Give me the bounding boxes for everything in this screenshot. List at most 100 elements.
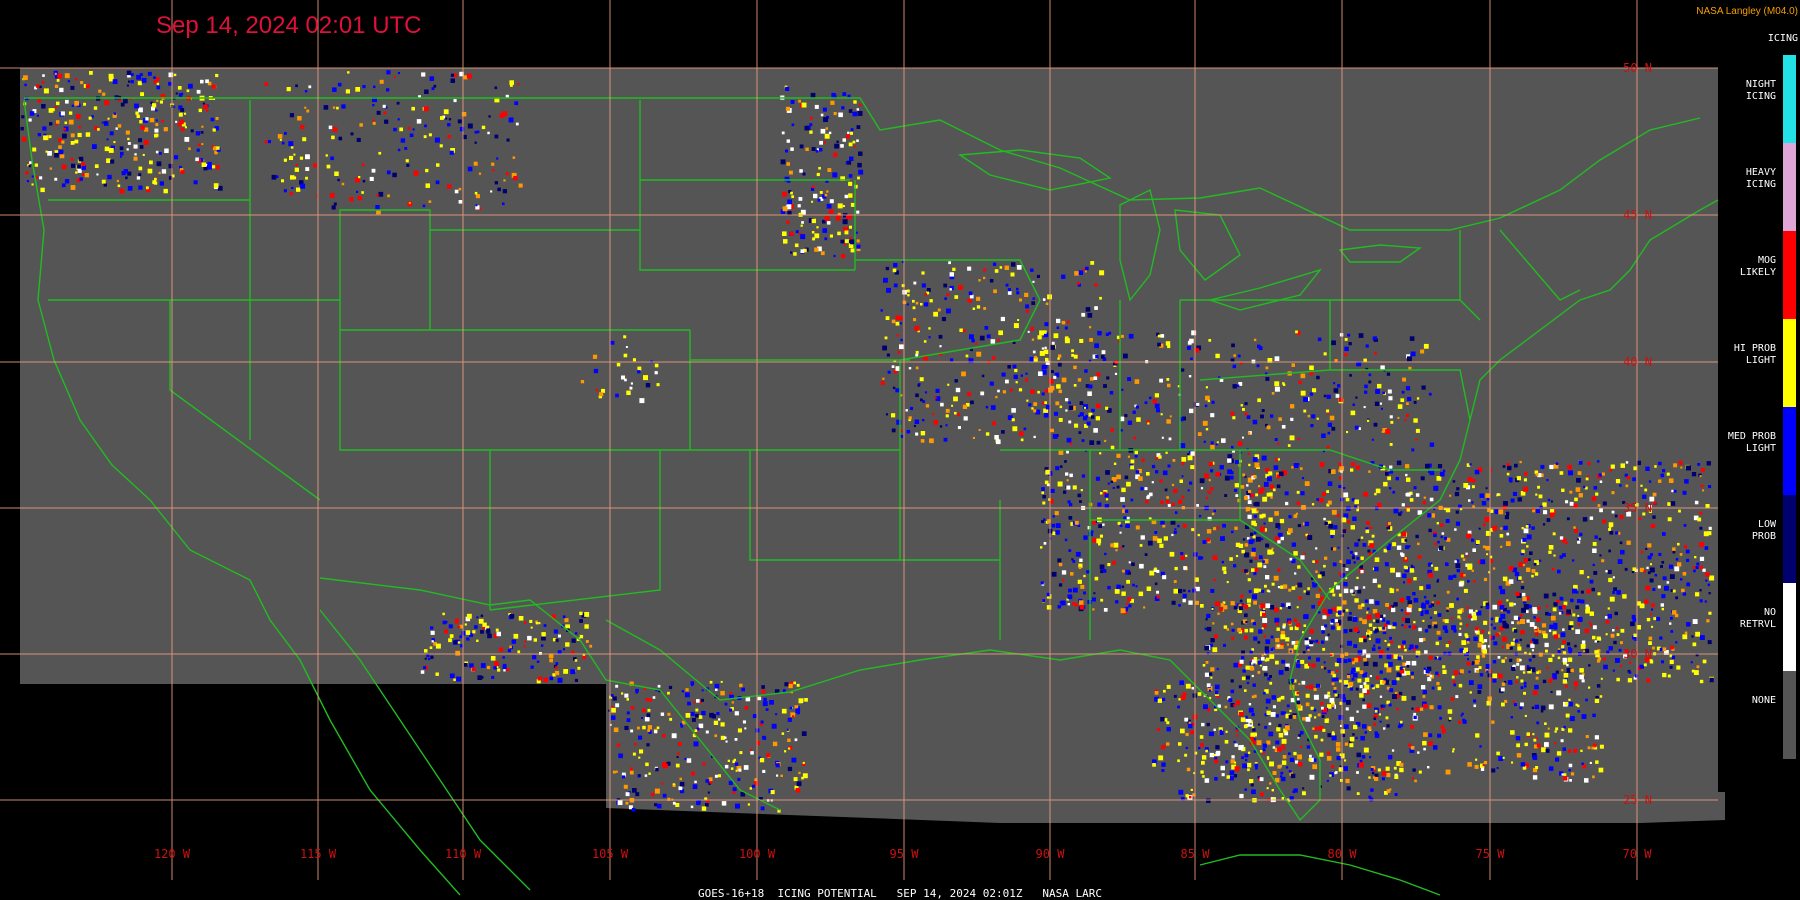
icing-speckle bbox=[1121, 487, 1126, 493]
icing-speckle bbox=[1334, 693, 1338, 697]
icing-speckle bbox=[1538, 494, 1543, 499]
icing-speckle bbox=[788, 683, 793, 689]
icing-speckle bbox=[1202, 540, 1207, 544]
icing-speckle bbox=[1683, 545, 1688, 549]
icing-speckle bbox=[850, 248, 855, 253]
icing-speckle bbox=[1645, 547, 1648, 550]
icing-speckle bbox=[1566, 642, 1571, 646]
icing-speckle bbox=[1185, 554, 1188, 557]
icing-speckle bbox=[1562, 679, 1568, 684]
icing-speckle bbox=[1385, 716, 1389, 720]
icing-speckle bbox=[1400, 609, 1404, 612]
icing-speckle bbox=[1252, 683, 1256, 687]
icing-speckle bbox=[1349, 550, 1353, 554]
icing-speckle bbox=[1577, 599, 1581, 603]
icing-speckle bbox=[393, 75, 396, 78]
icing-speckle bbox=[1379, 618, 1383, 621]
icing-speckle bbox=[1669, 659, 1674, 664]
icing-speckle bbox=[1512, 700, 1515, 703]
icing-speckle bbox=[1362, 543, 1367, 547]
icing-speckle bbox=[1699, 475, 1702, 478]
icing-speckle bbox=[54, 152, 59, 158]
icing-speckle bbox=[1557, 649, 1561, 653]
icing-speckle bbox=[1423, 732, 1428, 737]
icing-speckle bbox=[1349, 628, 1353, 633]
icing-speckle bbox=[972, 307, 976, 310]
icing-speckle bbox=[1074, 520, 1079, 525]
icing-speckle bbox=[1384, 562, 1389, 567]
icing-speckle bbox=[1680, 466, 1683, 469]
icing-speckle bbox=[842, 205, 845, 208]
icing-speckle bbox=[79, 177, 83, 181]
icing-speckle bbox=[1229, 776, 1234, 781]
icing-speckle bbox=[1283, 711, 1286, 714]
icing-speckle bbox=[163, 188, 168, 194]
icing-speckle bbox=[1541, 623, 1547, 628]
icing-speckle bbox=[1181, 475, 1184, 478]
icing-speckle bbox=[671, 733, 677, 739]
icing-speckle bbox=[1278, 733, 1284, 738]
icing-speckle bbox=[1365, 529, 1370, 534]
icing-speckle bbox=[915, 301, 919, 305]
icing-speckle bbox=[1406, 402, 1409, 405]
icing-speckle bbox=[1589, 579, 1594, 584]
icing-speckle bbox=[1166, 721, 1170, 725]
icing-speckle bbox=[1256, 740, 1262, 746]
icing-speckle bbox=[1562, 628, 1565, 631]
icing-speckle bbox=[743, 765, 749, 770]
icing-speckle bbox=[800, 249, 805, 253]
icing-speckle bbox=[1673, 489, 1677, 493]
icing-speckle bbox=[928, 327, 931, 330]
icing-speckle bbox=[1367, 726, 1372, 731]
icing-speckle bbox=[163, 127, 168, 132]
icing-speckle bbox=[978, 279, 981, 282]
icing-speckle bbox=[1577, 614, 1580, 617]
icing-speckle bbox=[744, 727, 747, 730]
icing-speckle bbox=[929, 438, 934, 444]
icing-speckle bbox=[1345, 707, 1349, 711]
icing-speckle bbox=[1389, 415, 1393, 419]
icing-speckle bbox=[1188, 590, 1191, 593]
icing-speckle bbox=[1130, 465, 1135, 470]
icing-speckle bbox=[1434, 542, 1437, 546]
icing-speckle bbox=[1406, 607, 1412, 613]
icing-speckle bbox=[693, 701, 696, 704]
icing-speckle bbox=[1324, 624, 1328, 628]
icing-speckle bbox=[1568, 701, 1573, 707]
icing-speckle bbox=[1210, 469, 1214, 473]
icing-speckle bbox=[1475, 733, 1480, 738]
icing-speckle bbox=[1074, 271, 1079, 276]
icing-speckle bbox=[1331, 677, 1336, 682]
icing-speckle bbox=[1204, 672, 1210, 677]
icing-speckle bbox=[833, 112, 837, 116]
icing-speckle bbox=[1068, 401, 1071, 405]
icing-speckle bbox=[1250, 532, 1254, 536]
icing-speckle bbox=[1353, 724, 1358, 729]
icing-speckle bbox=[1500, 687, 1505, 692]
icing-speckle bbox=[766, 753, 771, 758]
icing-speckle bbox=[913, 281, 917, 285]
icing-speckle bbox=[1280, 603, 1285, 608]
icing-speckle bbox=[734, 762, 739, 766]
icing-speckle bbox=[1123, 516, 1127, 520]
icing-speckle bbox=[107, 117, 110, 120]
icing-speckle bbox=[1001, 430, 1005, 434]
icing-speckle bbox=[952, 267, 956, 271]
icing-speckle bbox=[1520, 630, 1525, 635]
icing-speckle bbox=[920, 439, 925, 443]
icing-speckle bbox=[849, 156, 854, 161]
icing-speckle bbox=[1428, 604, 1432, 608]
icing-speckle bbox=[1446, 607, 1450, 610]
icing-speckle bbox=[713, 720, 719, 725]
icing-speckle bbox=[1281, 776, 1286, 782]
icing-speckle bbox=[1190, 451, 1195, 456]
icing-speckle bbox=[1055, 523, 1061, 528]
icing-speckle bbox=[1266, 787, 1269, 790]
icing-speckle bbox=[1105, 498, 1109, 501]
icing-speckle bbox=[1277, 540, 1281, 544]
icing-speckle bbox=[624, 693, 629, 698]
icing-speckle bbox=[1522, 596, 1527, 602]
icing-speckle bbox=[1668, 564, 1674, 569]
icing-speckle bbox=[1438, 636, 1442, 640]
icing-speckle bbox=[497, 668, 501, 672]
